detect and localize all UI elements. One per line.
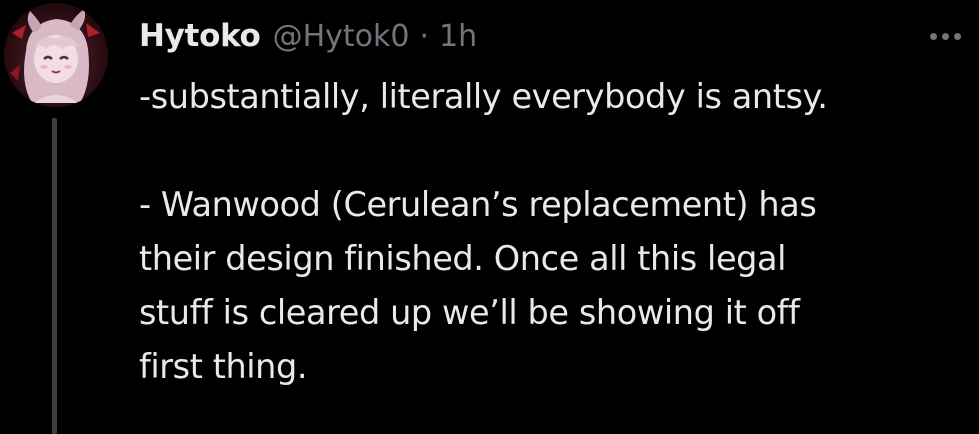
more-dot [942, 32, 949, 40]
timestamp[interactable]: 1h [439, 19, 477, 54]
tweet[interactable]: Hytoko @Hytok0 · 1h -substantially, lite… [0, 0, 979, 434]
thread-line [52, 118, 57, 434]
separator-dot: · [419, 18, 429, 54]
user-handle[interactable]: @Hytok0 [273, 19, 410, 54]
avatar-image [4, 3, 108, 107]
tweet-text-line: their design finished. Once all this leg… [139, 239, 787, 278]
more-dot [930, 32, 937, 40]
more-dot [954, 32, 961, 40]
tweet-text-line: stuff is cleared up we’ll be showing it … [139, 293, 800, 332]
more-horizontal-icon[interactable] [930, 26, 978, 46]
avatar[interactable] [4, 3, 108, 107]
tweet-header: Hytoko @Hytok0 · 1h [139, 10, 477, 62]
tweet-text-line [139, 124, 969, 178]
tweet-text-line: first thing. [139, 347, 308, 386]
tweet-text-line: -substantially, literally everybody is a… [139, 77, 828, 116]
tweet-text: -substantially, literally everybody is a… [139, 70, 969, 394]
tweet-text-line: - Wanwood (Cerulean’s replacement) has [139, 185, 817, 224]
display-name[interactable]: Hytoko [139, 18, 261, 54]
